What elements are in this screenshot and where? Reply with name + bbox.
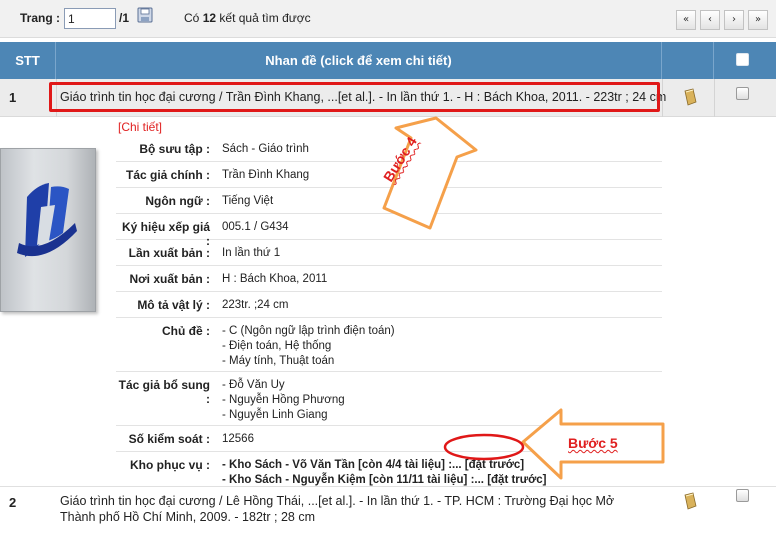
result-number: 12 <box>202 11 217 25</box>
detail-label: Lần xuất bản : <box>128 246 210 260</box>
book-cover-image <box>0 148 96 312</box>
last-page-button[interactable]: » <box>748 10 768 30</box>
detail-link[interactable]: [Chi tiết] <box>118 120 162 134</box>
row-checkbox[interactable] <box>736 489 749 502</box>
step5-label: Bước 5 <box>568 435 618 451</box>
contributor-link[interactable]: - Đỗ Văn Uy <box>222 378 662 393</box>
toolbar: Trang : /1 Có 12 kết quả tìm được « ‹ › … <box>0 0 776 38</box>
detail-row-publisher: Nơi xuất bản : H : Bách Khoa, 2011 <box>116 266 662 292</box>
header-blank <box>662 42 714 79</box>
subject-link[interactable]: - Điện toán, Hệ thống <box>222 339 662 354</box>
detail-label: Số kiểm soát : <box>128 432 210 446</box>
detail-value: 223tr. ;24 cm <box>222 299 289 311</box>
result-prefix: Có <box>184 11 200 25</box>
detail-label: Mô tả vật lý : <box>137 298 210 312</box>
book-icon[interactable] <box>682 88 698 106</box>
table-row: 2 Giáo trình tin học đại cương / Lê Hồng… <box>0 486 776 540</box>
first-page-button[interactable]: « <box>676 10 696 30</box>
row-number: 2 <box>9 495 17 510</box>
logo-icon <box>17 183 77 257</box>
detail-row-physical: Mô tả vật lý : 223tr. ;24 cm <box>116 292 662 318</box>
record-title-link[interactable]: Giáo trình tin học đại cương / Trần Đình… <box>60 90 666 104</box>
step4-arrow <box>382 116 478 230</box>
save-icon[interactable] <box>136 6 154 24</box>
detail-value: H : Bách Khoa, 2011 <box>222 273 328 285</box>
page-label: Trang : <box>20 11 61 25</box>
result-count: Có 12 kết quả tìm được <box>184 11 311 25</box>
detail-row-subjects: Chủ đề : - C (Ngôn ngữ lập trình điện to… <box>116 318 662 372</box>
table-header: STT Nhan đề (click để xem chi tiết) <box>0 42 776 79</box>
page-input[interactable] <box>64 8 116 29</box>
next-page-button[interactable]: › <box>724 10 744 30</box>
select-all-checkbox[interactable] <box>736 53 749 66</box>
result-suffix: kết quả tìm được <box>219 11 311 25</box>
header-title: Nhan đề (click để xem chi tiết) <box>56 42 662 79</box>
column-divider <box>714 79 715 117</box>
reserve-highlight-circle <box>443 433 525 461</box>
detail-value: In lần thứ 1 <box>222 247 281 259</box>
detail-label: Chủ đề : <box>162 324 210 338</box>
subject-link[interactable]: - C (Ngôn ngữ lập trình điện toán) <box>222 324 662 339</box>
detail-value: - C (Ngôn ngữ lập trình điện toán) - Điệ… <box>218 324 662 371</box>
detail-row-edition: Lần xuất bản : In lần thứ 1 <box>116 240 662 266</box>
page-total: /1 <box>119 11 130 25</box>
detail-label: Ký hiệu xếp giá : <box>121 220 210 248</box>
row-number: 1 <box>9 90 17 105</box>
detail-label: Tác giả chính : <box>125 168 210 182</box>
detail-label: Nơi xuất bản : <box>129 272 210 286</box>
book-icon[interactable] <box>682 492 698 510</box>
header-stt: STT <box>0 42 56 79</box>
detail-label: Bộ sưu tập : <box>139 142 210 156</box>
contributor-link[interactable]: - Nguyễn Hồng Phương <box>222 393 662 408</box>
prev-page-button[interactable]: ‹ <box>700 10 720 30</box>
row-checkbox[interactable] <box>736 87 749 100</box>
detail-label: Tác giả bổ sung : <box>118 378 210 406</box>
column-divider <box>662 79 663 117</box>
detail-label: Ngôn ngữ : <box>145 194 210 208</box>
record-title-link[interactable]: Giáo trình tin học đại cương / Lê Hồng T… <box>60 493 630 525</box>
column-divider <box>56 79 57 117</box>
subject-link[interactable]: - Máy tính, Thuật toán <box>222 354 662 369</box>
